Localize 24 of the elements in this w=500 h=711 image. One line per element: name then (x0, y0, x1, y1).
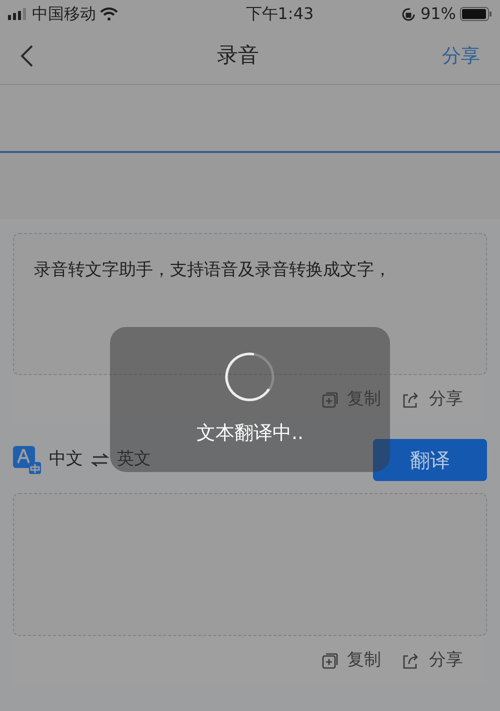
share-link[interactable]: 分享 (442, 42, 480, 70)
loading-message: 文本翻译中.. (196, 421, 304, 446)
copy-button[interactable]: 复制 (321, 648, 381, 674)
rotation-lock-icon (401, 6, 416, 22)
target-language[interactable]: 英文 (117, 447, 151, 473)
copy-icon (321, 391, 339, 409)
source-text-box[interactable]: 录音转文字助手，支持语音及录音转换成文字， (13, 233, 487, 375)
page-title: 录音 (217, 42, 259, 70)
battery-icon (460, 7, 492, 21)
translate-button[interactable]: 翻译 (373, 439, 487, 481)
source-language[interactable]: 中文 (49, 447, 83, 473)
back-button[interactable] (20, 44, 34, 68)
share-button[interactable]: 分享 (401, 648, 463, 674)
battery-level: 91% (420, 3, 456, 25)
back-icon (20, 44, 34, 68)
wifi-icon (100, 7, 118, 21)
copy-icon (321, 652, 339, 670)
share-button[interactable]: 分享 (401, 387, 463, 413)
signal-icon (8, 8, 28, 20)
status-time: 下午1:43 (246, 3, 314, 25)
translate-icon (13, 446, 41, 474)
carrier-name: 中国移动 (32, 3, 96, 25)
swap-icon[interactable] (91, 453, 109, 467)
loading-spinner-icon (224, 351, 276, 404)
